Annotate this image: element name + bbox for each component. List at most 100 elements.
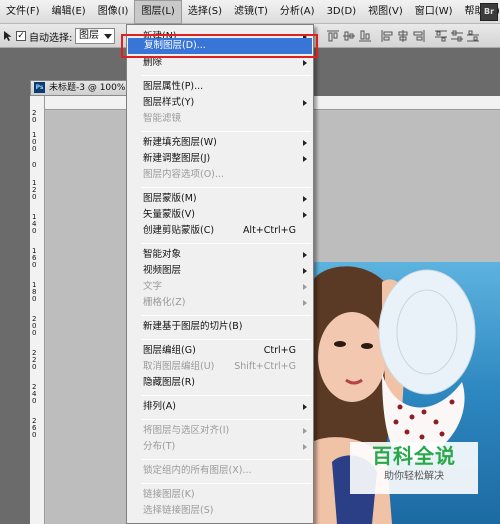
menu-filter[interactable]: 滤镜(T)	[228, 0, 274, 24]
menu-separator	[141, 419, 311, 420]
menu-separator	[141, 187, 311, 188]
align-hcenter-icon[interactable]	[396, 29, 410, 43]
ruler-digit: 0	[32, 329, 37, 337]
menu-item-new-layer-based-slice[interactable]: 新建基于图层的切片(B)	[127, 319, 313, 335]
menu-item-label: 删除	[143, 57, 163, 68]
menu-item-create-clipping-mask[interactable]: 创建剪贴蒙版(C) Alt+Ctrl+G	[127, 223, 313, 239]
submenu-arrow-icon	[303, 268, 307, 274]
document-tab[interactable]: Ps 未标题-3 @ 100%	[30, 80, 130, 96]
menu-item-label: 文字	[143, 281, 163, 292]
menu-item-label: 智能对象	[143, 249, 182, 260]
ruler-digit: 0	[32, 193, 37, 201]
menu-item-layer-mask[interactable]: 图层蒙版(M)	[127, 191, 313, 207]
menu-separator	[141, 483, 311, 484]
menu-image[interactable]: 图像(I)	[92, 0, 135, 24]
distribute-bottom-icon[interactable]	[466, 29, 480, 43]
menu-item-shortcut: Shift+Ctrl+G	[234, 361, 296, 372]
menu-item-label: 排列(A)	[143, 401, 176, 412]
submenu-arrow-icon	[303, 444, 307, 450]
menu-item-align-layers-to-selection: 将图层与选区对齐(I)	[127, 423, 313, 439]
document-tab-title: 未标题-3 @ 100%	[49, 83, 126, 93]
submenu-arrow-icon	[303, 212, 307, 218]
menu-item-new-fill-layer[interactable]: 新建填充图层(W)	[127, 135, 313, 151]
distribute-top-icon[interactable]	[434, 29, 448, 43]
menu-item-label: 图层内容选项(O)...	[143, 169, 224, 180]
ruler-digit: 0	[32, 161, 37, 169]
align-right-icon[interactable]	[412, 29, 426, 43]
menu-item-label: 新建基于图层的切片(B)	[143, 321, 243, 332]
ruler-digit: 0	[32, 145, 37, 153]
menu-item-layer-content-options: 图层内容选项(O)...	[127, 167, 313, 183]
menu-file[interactable]: 文件(F)	[0, 0, 46, 24]
align-vcenter-icon[interactable]	[342, 29, 356, 43]
menu-item-arrange[interactable]: 排列(A)	[127, 399, 313, 415]
menu-item-label: 创建剪贴蒙版(C)	[143, 225, 215, 236]
menu-item-label: 栅格化(Z)	[143, 297, 186, 308]
chevron-down-icon	[104, 34, 112, 39]
auto-select-target-value: 图层	[79, 30, 99, 41]
align-left-icon[interactable]	[380, 29, 394, 43]
auto-select-label: 自动选择:	[29, 33, 73, 44]
ruler-digit: 0	[32, 431, 37, 439]
menu-item-group-layers[interactable]: 图层编组(G) Ctrl+G	[127, 343, 313, 359]
menu-item-label: 将图层与选区对齐(I)	[143, 425, 230, 436]
submenu-arrow-icon	[303, 428, 307, 434]
menu-separator	[141, 75, 311, 76]
menu-analysis[interactable]: 分析(A)	[274, 0, 321, 24]
menu-layer[interactable]: 图层(L)	[134, 0, 182, 24]
menu-item-rasterize: 栅格化(Z)	[127, 295, 313, 311]
ruler-digit: 0	[32, 363, 37, 371]
menu-edit[interactable]: 编辑(E)	[46, 0, 92, 24]
move-tool-icon[interactable]	[3, 30, 13, 42]
menu-item-layer-properties[interactable]: 图层属性(P)...	[127, 79, 313, 95]
ruler-digit: 0	[32, 116, 37, 124]
menu-window[interactable]: 窗口(W)	[409, 0, 459, 24]
distribute-vcenter-icon[interactable]	[450, 29, 464, 43]
menu-separator	[141, 315, 311, 316]
menu-separator	[141, 339, 311, 340]
menu-item-layer-style[interactable]: 图层样式(Y)	[127, 95, 313, 111]
menu-separator	[141, 131, 311, 132]
menu-item-lock-all-layers-in-group: 锁定组内的所有图层(X)...	[127, 463, 313, 479]
menu-view[interactable]: 视图(V)	[362, 0, 409, 24]
submenu-arrow-icon	[303, 284, 307, 290]
menu-item-label: 智能滤镜	[143, 113, 182, 124]
menu-item-ungroup-layers: 取消图层编组(U) Shift+Ctrl+G	[127, 359, 313, 375]
ruler-digit: 0	[32, 227, 37, 235]
annotation-highlight-box	[121, 34, 318, 58]
menu-bar: 文件(F) 编辑(E) 图像(I) 图层(L) 选择(S) 滤镜(T) 分析(A…	[0, 0, 500, 24]
menu-item-label: 选择链接图层(S)	[143, 505, 214, 516]
align-bottom-icon[interactable]	[358, 29, 372, 43]
menu-item-label: 图层样式(Y)	[143, 97, 195, 108]
menu-item-smart-object[interactable]: 智能对象	[127, 247, 313, 263]
menu-item-label: 图层蒙版(M)	[143, 193, 197, 204]
menu-item-new-adjustment-layer[interactable]: 新建调整图层(J)	[127, 151, 313, 167]
ruler-digit: 0	[32, 295, 37, 303]
watermark-title: 百科全说	[372, 444, 456, 468]
menu-separator	[141, 459, 311, 460]
photoshop-doc-icon: Ps	[34, 82, 45, 93]
menu-item-smart-filter: 智能滤镜	[127, 111, 313, 127]
menu-3d[interactable]: 3D(D)	[321, 0, 363, 24]
watermark-logo: 百科全说 助你轻松解决	[350, 442, 478, 494]
menu-item-label: 新建填充图层(W)	[143, 137, 217, 148]
ruler-digit: 0	[32, 261, 37, 269]
align-top-icon[interactable]	[326, 29, 340, 43]
menu-item-label: 矢量蒙版(V)	[143, 209, 195, 220]
menu-item-label: 分布(T)	[143, 441, 176, 452]
menu-select[interactable]: 选择(S)	[182, 0, 228, 24]
submenu-arrow-icon	[303, 404, 307, 410]
menu-item-vector-mask[interactable]: 矢量蒙版(V)	[127, 207, 313, 223]
menu-item-label: 隐藏图层(R)	[143, 377, 196, 388]
menu-item-video-layers[interactable]: 视频图层	[127, 263, 313, 279]
menu-separator	[141, 395, 311, 396]
auto-select-target-dropdown[interactable]: 图层	[75, 28, 115, 44]
menu-item-label: 取消图层编组(U)	[143, 361, 215, 372]
submenu-arrow-icon	[303, 156, 307, 162]
menu-item-hide-layers[interactable]: 隐藏图层(R)	[127, 375, 313, 391]
auto-select-checkbox[interactable]: ✓	[16, 31, 26, 41]
bridge-button[interactable]: Br	[480, 3, 498, 21]
submenu-arrow-icon	[303, 60, 307, 66]
menu-separator	[141, 243, 311, 244]
layer-menu-dropdown: 新建(N) 复制图层(D)... 删除 图层属性(P)... 图层样式(Y) 智…	[126, 24, 314, 524]
